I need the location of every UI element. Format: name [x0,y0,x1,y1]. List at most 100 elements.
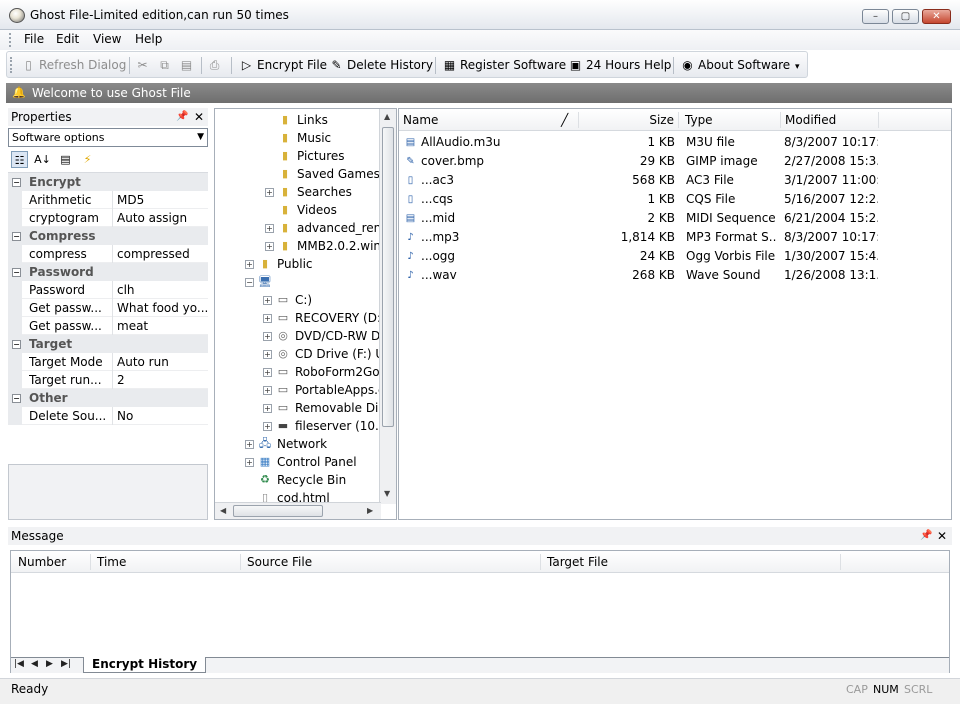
maximize-button[interactable]: ▢ [892,9,919,24]
categorized-icon[interactable]: ☷ [11,151,28,168]
property-value[interactable]: meat [112,317,208,335]
property-category[interactable]: − Other [8,389,208,407]
property-category[interactable]: − Compress [8,227,208,245]
24-hours-help-button[interactable]: ▣ 24 Hours Help [568,56,672,74]
expand-icon[interactable]: + [263,295,272,305]
property-row[interactable]: compress compressed [8,245,208,263]
software-options-combo[interactable]: Software options ▼ [8,128,208,147]
collapse-icon[interactable]: − [12,268,21,277]
tree-node[interactable]: + ◎ DVD/CD-RW Dr [263,327,385,345]
property-row[interactable]: Delete Sou... No [8,407,208,425]
file-row[interactable]: ▤ AllAudio.m3u 1 KB M3U file 8/3/2007 10:17:… [399,133,951,152]
paste-button[interactable]: ▤ [179,56,194,74]
collapse-icon[interactable]: − [12,232,21,241]
sort-alphabetical-icon[interactable]: A↓ [34,151,51,168]
first-tab-icon[interactable]: |◀ [14,659,24,669]
file-row[interactable]: ▤ ...mid 2 KB MIDI Sequence 6/21/2004 15:2..… [399,209,951,228]
about-software-button[interactable]: ◉ About Software [680,56,790,74]
property-category[interactable]: − Password [8,263,208,281]
scroll-thumb[interactable] [382,127,394,427]
file-row[interactable]: ▯ ...ac3 568 KB AC3 File 3/1/2007 11:00:... [399,171,951,190]
column-time[interactable]: Time [91,554,241,570]
property-row[interactable]: cryptogram Auto assign [8,209,208,227]
property-value[interactable]: What food yo... [112,299,208,317]
property-value[interactable]: Auto run [112,353,208,371]
property-pages-icon[interactable]: ▤ [57,151,74,168]
property-row[interactable]: Get passw... What food yo... [8,299,208,317]
tree-node[interactable]: + ▭ RoboForm2Go [263,363,380,381]
next-tab-icon[interactable]: ▶ [46,659,53,669]
menu-view[interactable]: View [91,32,123,46]
print-button[interactable]: ⎙ [207,56,222,74]
expand-icon[interactable]: + [263,403,272,413]
column-target-file[interactable]: Target File [541,554,841,570]
tree-node[interactable]: + ▮ Public [245,255,313,273]
collapse-icon[interactable]: − [12,340,21,349]
scroll-up-icon[interactable]: ▲ [384,112,390,121]
file-row[interactable]: ✎ cover.bmp 29 KB GIMP image 2/27/2008 15:3.… [399,152,951,171]
file-row[interactable]: ♪ ...mp3 1,814 KB MP3 Format S... 8/3/2007 1… [399,228,951,247]
property-value[interactable]: No [112,407,208,425]
expand-icon[interactable]: + [265,241,274,251]
toolbar-overflow-button[interactable]: ▾ [795,58,800,76]
delete-history-button[interactable]: ✎ Delete History [329,56,432,74]
expand-icon[interactable]: + [265,187,274,197]
scroll-right-icon[interactable]: ▶ [367,506,373,515]
property-row[interactable]: Target Mode Auto run [8,353,208,371]
property-value[interactable]: 2 [112,371,208,389]
tree-node[interactable]: + ▮ advanced_rena [265,219,389,237]
menu-edit[interactable]: Edit [54,32,81,46]
menu-file[interactable]: File [22,32,46,46]
tab-encrypt-history[interactable]: Encrypt History [83,657,207,673]
cut-button[interactable]: ✂ [135,56,150,74]
menu-help[interactable]: Help [133,32,164,46]
property-value[interactable]: clh [112,281,208,299]
minimize-button[interactable]: – [862,9,889,24]
property-row[interactable]: Password clh [8,281,208,299]
expand-icon[interactable]: + [245,259,254,269]
expand-icon[interactable]: + [263,385,272,395]
close-panel-icon[interactable]: ✕ [937,527,947,545]
tree-node[interactable]: + ▭ PortableApps.c [263,381,385,399]
column-modified[interactable]: Modified [781,112,879,128]
file-row[interactable]: ♪ ...ogg 24 KB Ogg Vorbis File 1/30/2007 15:… [399,247,951,266]
refresh-dialog-button[interactable]: ▯ Refresh Dialog [21,56,126,74]
tree-node[interactable]: − 🖥 [245,273,277,291]
property-value[interactable]: MD5 [112,191,208,209]
close-button[interactable]: ✕ [922,9,951,24]
scroll-left-icon[interactable]: ◀ [220,506,226,515]
expand-icon[interactable]: + [245,457,254,467]
expand-icon[interactable]: + [245,439,254,449]
pin-icon[interactable]: 📌 [920,527,932,545]
tree-vertical-scrollbar[interactable]: ▲ ▼ [379,109,396,504]
pin-icon[interactable]: 📌 [176,108,188,126]
property-row[interactable]: Arithmetic MD5 [8,191,208,209]
collapse-icon[interactable]: − [12,394,21,403]
file-row[interactable]: ♪ ...wav 268 KB Wave Sound 1/26/2008 13:1... [399,266,951,285]
events-icon[interactable]: ⚡ [79,151,96,168]
tree-node[interactable]: + ▭ Removable Disk [263,399,392,417]
tree-node[interactable]: ▮ Music [265,129,331,147]
column-size[interactable]: Size [579,112,679,128]
register-software-button[interactable]: ▦ Register Software [442,56,566,74]
property-row[interactable]: Target run... 2 [8,371,208,389]
scroll-down-icon[interactable]: ▼ [384,489,390,498]
tree-node[interactable]: + 🖧 Network [245,435,327,453]
tree-node[interactable]: ▮ Videos [265,201,337,219]
expand-icon[interactable]: − [245,277,254,287]
property-row[interactable]: Get passw... meat [8,317,208,335]
tree-node[interactable]: + ▮ Searches [265,183,352,201]
tree-node[interactable]: ▮ Links [265,111,328,129]
expand-icon[interactable]: + [265,223,274,233]
expand-icon[interactable]: + [263,349,272,359]
file-row[interactable]: ▯ ...cqs 1 KB CQS File 5/16/2007 12:2... [399,190,951,209]
close-panel-icon[interactable]: ✕ [194,108,204,126]
copy-button[interactable]: ⧉ [157,56,172,74]
tree-node[interactable]: + ▦ Control Panel [245,453,357,471]
property-value[interactable]: compressed [112,245,208,263]
property-category[interactable]: − Encrypt [8,173,208,191]
expand-icon[interactable]: + [263,331,272,341]
column-name[interactable]: Name ╱ [399,112,579,128]
tree-node[interactable]: ♻ Recycle Bin [245,471,346,489]
property-category[interactable]: − Target [8,335,208,353]
